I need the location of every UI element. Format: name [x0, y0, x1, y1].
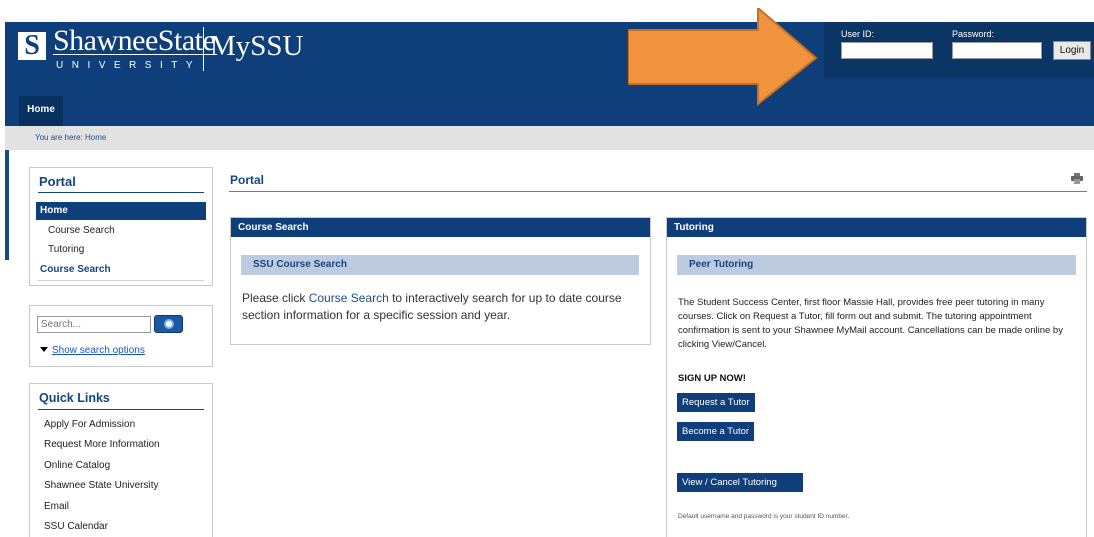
user-id-input[interactable] — [841, 42, 933, 59]
show-search-options-link[interactable]: Show search options — [52, 345, 145, 356]
ssu-logo-mark: S — [18, 32, 46, 60]
view-cancel-tutoring-button[interactable]: View / Cancel Tutoring — [677, 473, 803, 492]
search-box — [29, 305, 213, 367]
quick-link-university[interactable]: Shawnee State University — [44, 480, 159, 491]
password-input[interactable] — [952, 42, 1042, 59]
search-button[interactable] — [154, 315, 183, 333]
course-search-header: Course Search — [231, 218, 650, 237]
quick-links-title: Quick Links — [39, 391, 110, 405]
course-search-text-before: Please click — [242, 291, 309, 305]
course-search-panel: Course Search SSU Course Search — [230, 217, 651, 345]
quick-link-request-info[interactable]: Request More Information — [44, 439, 160, 450]
tutoring-note: Default username and password is your st… — [678, 513, 850, 520]
search-icon — [164, 319, 174, 329]
course-search-subheader: SSU Course Search — [241, 255, 639, 275]
side-strip — [5, 150, 9, 260]
course-search-link[interactable]: Course Search — [309, 291, 389, 305]
tutoring-description: The Student Success Center, first floor … — [678, 297, 1063, 350]
signup-label: SIGN UP NOW! — [678, 373, 746, 384]
portal-nav-title: Portal — [39, 174, 76, 189]
quick-links-rule — [38, 409, 204, 410]
user-id-label: User ID: — [841, 29, 875, 39]
page-title: Portal — [230, 173, 265, 187]
triangle-down-icon — [40, 347, 48, 352]
print-icon[interactable] — [1071, 173, 1083, 184]
portal-nav-bottom-rule — [38, 280, 204, 281]
university-sub: UNIVERSITY — [56, 60, 202, 71]
breadcrumb-bar — [5, 126, 1094, 150]
quick-link-catalog[interactable]: Online Catalog — [44, 460, 110, 471]
sidebar-item-course-search[interactable]: Course Search — [48, 225, 115, 236]
tab-home[interactable]: Home — [19, 96, 63, 126]
login-panel: User ID: Password: Login — [824, 22, 1094, 78]
breadcrumb[interactable]: You are here: Home — [35, 133, 106, 142]
logo-divider — [203, 27, 204, 71]
quick-link-apply[interactable]: Apply For Admission — [44, 419, 135, 430]
course-search-text: Please click Course Search to interactiv… — [242, 290, 652, 324]
tutoring-subheader: Peer Tutoring — [677, 255, 1076, 275]
tutoring-header: Tutoring — [667, 218, 1086, 237]
portal-nav-rule — [38, 192, 204, 193]
sidebar-item-course-search-main[interactable]: Course Search — [40, 264, 111, 275]
request-tutor-button[interactable]: Request a Tutor — [677, 393, 755, 412]
login-button[interactable]: Login — [1053, 41, 1091, 60]
quick-link-email[interactable]: Email — [44, 501, 69, 512]
portal-name: MySSU — [210, 30, 304, 62]
password-label: Password: — [952, 29, 995, 39]
page-title-rule — [229, 191, 1087, 192]
sidebar-item-home[interactable]: Home — [36, 202, 206, 220]
quick-link-calendar[interactable]: SSU Calendar — [44, 521, 108, 532]
search-input[interactable] — [37, 316, 151, 333]
become-tutor-button[interactable]: Become a Tutor — [677, 422, 755, 441]
arrow-overlay-icon — [628, 8, 818, 107]
university-name: ShawneeState — [53, 24, 216, 57]
sidebar-item-tutoring[interactable]: Tutoring — [48, 244, 84, 255]
